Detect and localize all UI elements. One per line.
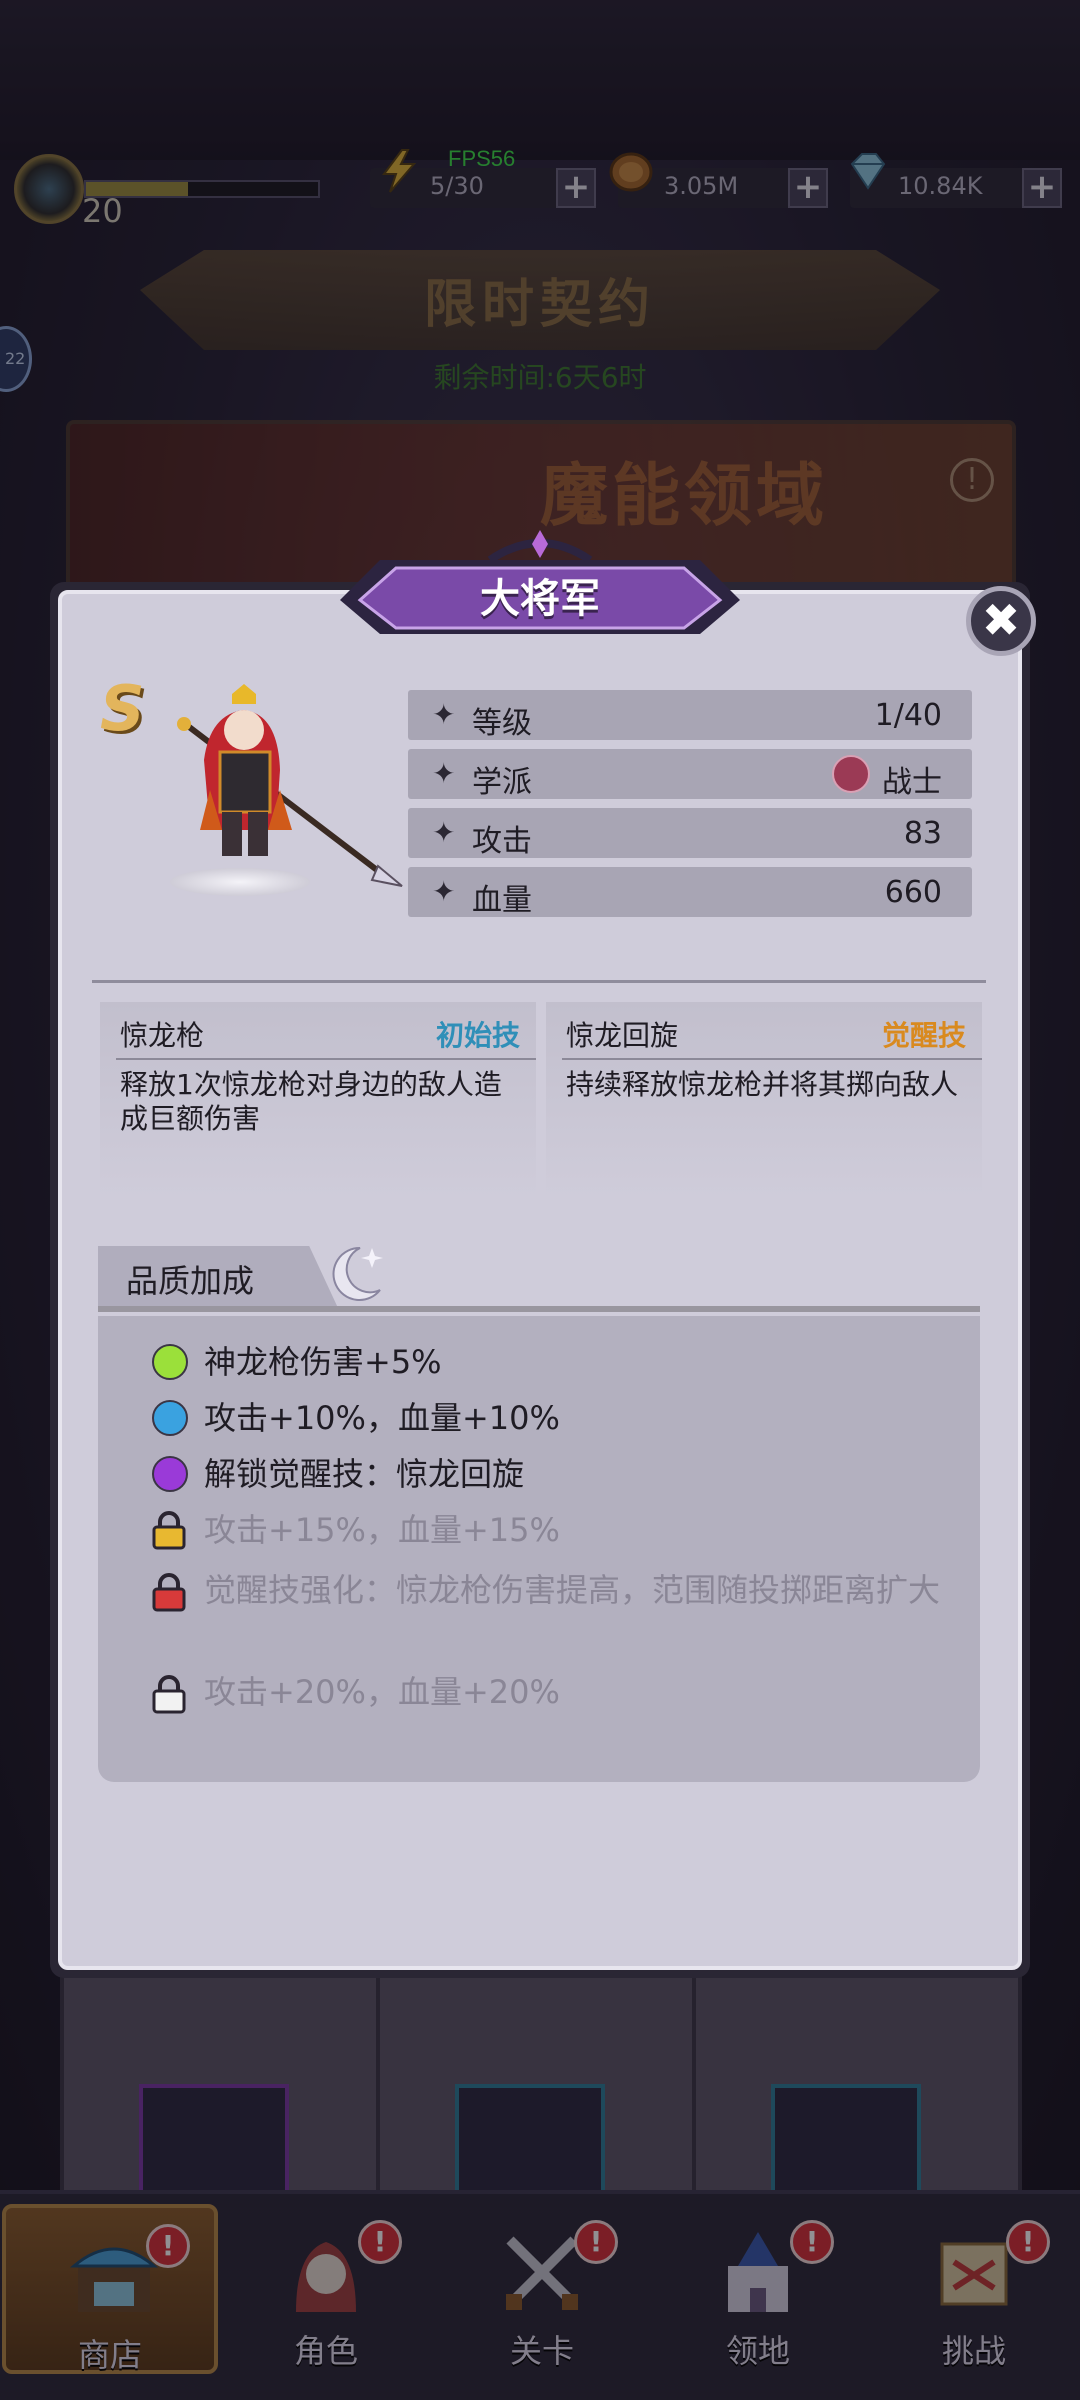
- skill-name: 惊龙枪: [120, 1019, 205, 1052]
- gold-lock-icon: [152, 1511, 186, 1550]
- sparkle-icon: ✦: [432, 698, 456, 731]
- skill-type-badge: 觉醒技: [881, 1019, 966, 1052]
- grade-badge: S: [100, 672, 145, 745]
- skill-type-badge: 初始技: [435, 1019, 520, 1052]
- purple-dot-icon: [152, 1456, 188, 1492]
- stat-row-level: ✦ 等级 1/40: [408, 690, 972, 741]
- blue-dot-icon: [152, 1400, 188, 1436]
- stat-value: 83: [903, 816, 942, 851]
- hero-name-title: 大将军: [480, 576, 600, 622]
- quality-section-title: 品质加成: [126, 1262, 255, 1300]
- stat-label: 血量: [472, 883, 532, 918]
- sparkle-icon: ✦: [432, 816, 456, 849]
- red-lock-icon: [152, 1573, 186, 1612]
- stat-value: 战士: [882, 765, 942, 800]
- quality-divider: [98, 1306, 980, 1312]
- green-dot-icon: [152, 1344, 188, 1380]
- skill-divider: [562, 1058, 982, 1060]
- stat-label: 等级: [472, 706, 532, 741]
- hero-sprite-general-icon: [177, 684, 403, 887]
- sparkle-icon: ✦: [432, 757, 456, 790]
- quality-item: 神龙枪伤害+5%: [204, 1343, 442, 1381]
- stat-row-attack: ✦ 攻击 83: [408, 808, 972, 859]
- stat-label: 攻击: [472, 824, 532, 859]
- sparkle-icon: ✦: [432, 875, 456, 908]
- stat-row-hp: ✦ 血量 660: [408, 867, 972, 918]
- section-divider: [92, 980, 986, 983]
- skill-name: 惊龙回旋: [566, 1019, 679, 1052]
- stat-row-school: ✦ 学派 战士: [408, 749, 972, 800]
- white-lock-icon: [152, 1675, 186, 1714]
- quality-item-locked: 觉醒技强化：惊龙枪伤害提高，范围随投掷距离扩大: [204, 1571, 941, 1609]
- stat-value: 660: [884, 875, 942, 910]
- quality-item-locked: 攻击+15%，血量+15%: [204, 1511, 560, 1549]
- skill-description: 释放1次惊龙枪对身边的敌人造成巨额伤害: [120, 1068, 502, 1135]
- skill-description: 持续释放惊龙枪并将其掷向敌人: [566, 1068, 959, 1101]
- quality-item: 解锁觉醒技：惊龙回旋: [204, 1455, 525, 1493]
- warrior-sword-icon: [832, 755, 870, 793]
- skill-card-initial[interactable]: 惊龙枪 初始技 释放1次惊龙枪对身边的敌人造成巨额伤害: [100, 1002, 536, 1198]
- stat-value: 1/40: [874, 698, 942, 733]
- quality-item-locked: 攻击+20%，血量+20%: [204, 1673, 560, 1711]
- close-button[interactable]: ✖: [966, 586, 1036, 656]
- skill-divider: [116, 1058, 536, 1060]
- stat-label: 学派: [472, 765, 532, 800]
- moon-ornament-icon: [332, 1246, 383, 1301]
- skill-card-awaken[interactable]: 惊龙回旋 觉醒技 持续释放惊龙枪并将其掷向敌人: [546, 1002, 982, 1198]
- quality-item: 攻击+10%，血量+10%: [204, 1399, 560, 1437]
